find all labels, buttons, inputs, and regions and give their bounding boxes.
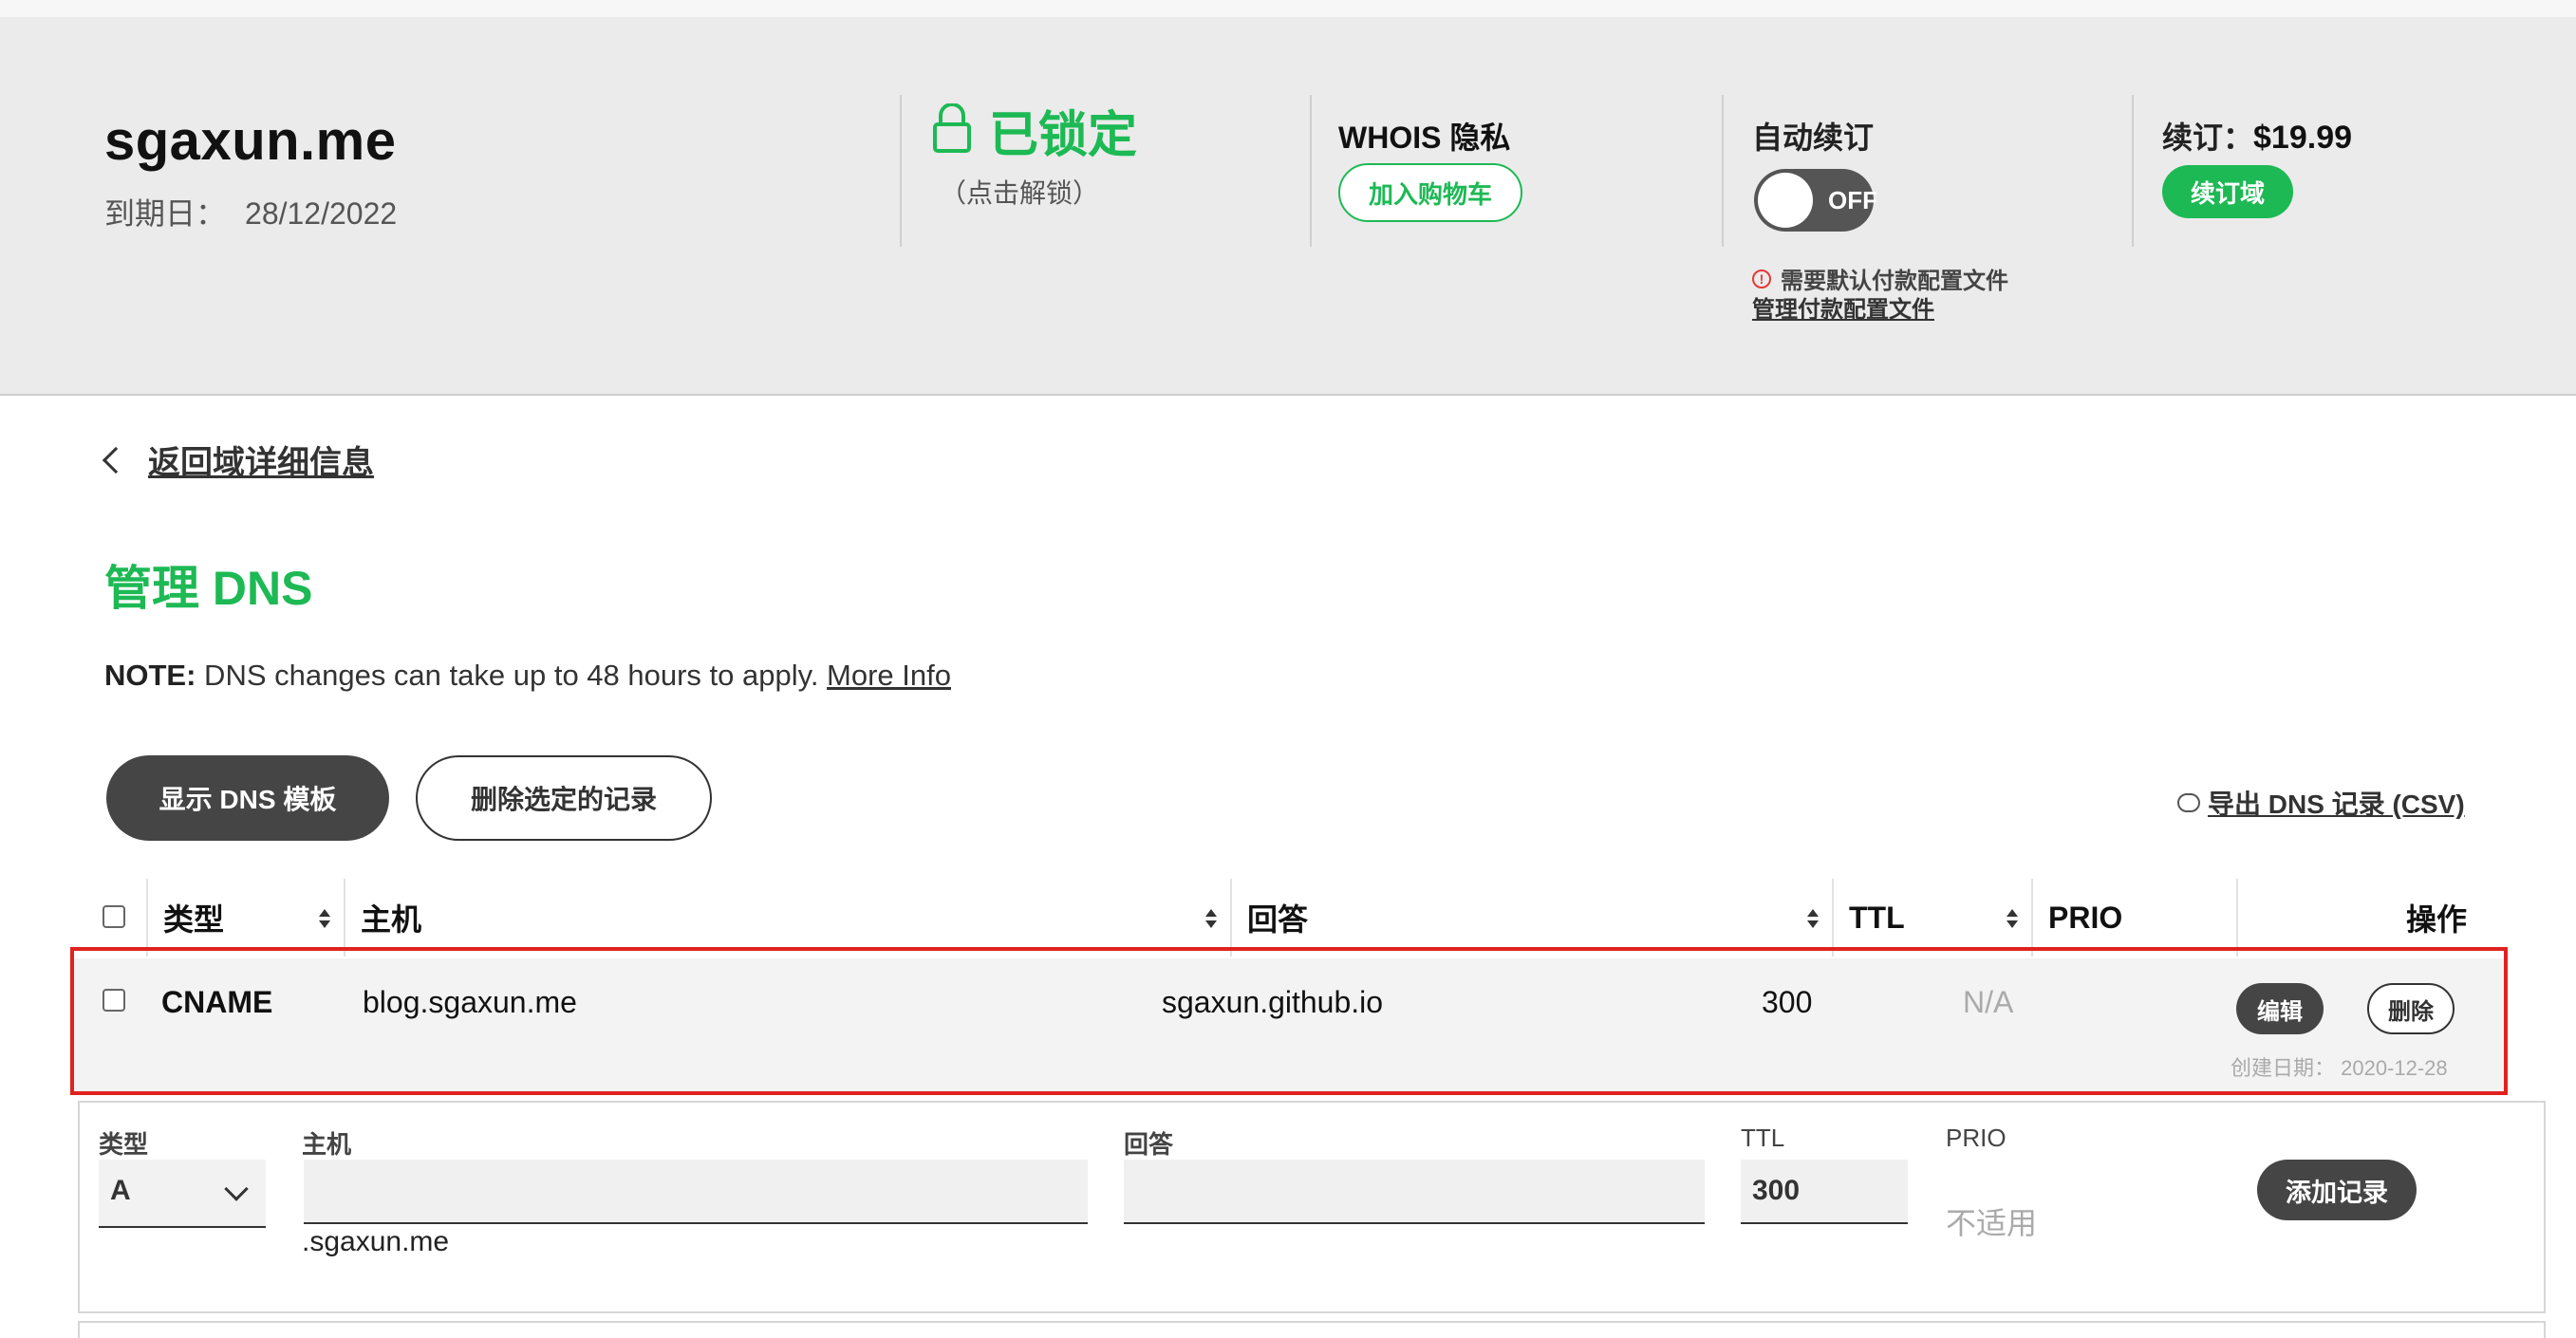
delete-record-button[interactable]: 删除 — [2367, 983, 2455, 1034]
host-input[interactable] — [304, 1160, 1088, 1224]
expiry-date: 到期日： 28/12/2022 — [104, 190, 397, 233]
renew-domain-button[interactable]: 续订域 — [2162, 165, 2293, 218]
prio-label: PRIO — [1946, 1124, 2007, 1152]
header-divider — [1722, 95, 1724, 247]
record-host: blog.sgaxun.me — [363, 985, 577, 1019]
sort-icon — [1205, 909, 1217, 928]
header-divider — [900, 95, 902, 247]
type-label: 类型 — [99, 1130, 149, 1159]
add-record-button[interactable]: 添加记录 — [2257, 1160, 2417, 1220]
manage-payment-link[interactable]: 管理付款配置文件 — [1752, 290, 1934, 324]
column-header-answer[interactable]: 回答 — [1230, 879, 1830, 957]
page-title: 管理 DNS — [104, 562, 313, 615]
cloud-download-icon — [2177, 793, 2200, 812]
toggle-knob — [1758, 173, 1813, 228]
sort-icon — [1807, 909, 1819, 928]
record-type: CNAME — [161, 985, 273, 1019]
add-to-cart-button[interactable]: 加入购物车 — [1338, 163, 1522, 222]
column-label: TTL — [1849, 900, 1905, 935]
export-label: 导出 DNS 记录 (CSV) — [2208, 790, 2465, 819]
dns-note: NOTE: DNS changes can take up to 48 hour… — [104, 659, 951, 693]
column-header-prio: PRIO — [2031, 879, 2234, 957]
expiry-label: 到期日： — [104, 196, 227, 231]
domain-lock-toggle[interactable]: 已锁定 — [932, 95, 1137, 166]
back-link[interactable]: 返回域详细信息 — [102, 437, 374, 483]
sort-icon — [319, 909, 330, 928]
whois-privacy-title: WHOIS 隐私 — [1338, 121, 1511, 155]
column-label: 回答 — [1247, 902, 1309, 937]
lock-icon — [932, 102, 972, 158]
record-prio: N/A — [1963, 985, 2014, 1019]
type-select[interactable]: A — [99, 1160, 266, 1228]
record-answer: sgaxun.github.io — [1162, 985, 1384, 1019]
top-strip — [0, 0, 2576, 17]
column-header-host[interactable]: 主机 — [344, 879, 1228, 957]
renew-price: 续订：$19.99 — [2162, 114, 2352, 158]
warning-icon: ! — [1752, 269, 1771, 288]
note-label: NOTE: — [104, 659, 196, 692]
ttl-label: TTL — [1741, 1124, 1785, 1152]
auto-renew-title: 自动续订 — [1752, 121, 1875, 155]
renew-price-value: $19.99 — [2253, 120, 2353, 156]
auto-renew-toggle[interactable]: OFF — [1754, 169, 1877, 232]
host-suffix: .sgaxun.me — [302, 1226, 450, 1257]
delete-selected-button[interactable]: 删除选定的记录 — [416, 755, 712, 841]
host-label: 主机 — [302, 1130, 352, 1159]
column-label: 主机 — [361, 902, 422, 937]
sort-icon — [2007, 909, 2018, 928]
ttl-input[interactable] — [1741, 1160, 1908, 1224]
back-link-label: 返回域详细信息 — [148, 445, 374, 481]
note-text: DNS changes can take up to 48 hours to a… — [196, 659, 828, 692]
created-date: 创建日期： 2020-12-28 — [2231, 1056, 2448, 1080]
header-divider — [1310, 95, 1312, 247]
column-header-actions: 操作 — [2236, 879, 2576, 957]
edit-record-button[interactable]: 编辑 — [2236, 983, 2324, 1034]
unlock-hint[interactable]: （点击解锁） — [940, 173, 1099, 211]
chevron-left-icon — [102, 446, 130, 474]
show-dns-templates-button[interactable]: 显示 DNS 模板 — [106, 755, 389, 841]
row-checkbox[interactable] — [103, 989, 125, 1012]
export-csv-link[interactable]: 导出 DNS 记录 (CSV) — [2177, 784, 2465, 822]
column-label: 类型 — [163, 902, 225, 937]
column-label: 操作 — [2405, 902, 2467, 937]
expiry-value: 28/12/2022 — [245, 196, 398, 231]
column-header-ttl[interactable]: TTL — [1832, 879, 2029, 957]
prio-not-applicable: 不适用 — [1946, 1206, 2038, 1240]
more-info-link[interactable]: More Info — [827, 659, 951, 692]
next-section-edge — [78, 1321, 2546, 1338]
renew-label: 续订： — [2162, 121, 2254, 155]
domain-name: sgaxun.me — [104, 110, 397, 172]
answer-input[interactable] — [1124, 1160, 1705, 1224]
toggle-label: OFF — [1828, 186, 1877, 214]
header-divider — [2132, 95, 2134, 247]
record-ttl: 300 — [1762, 985, 1813, 1019]
answer-label: 回答 — [1124, 1130, 1174, 1159]
table-header: 类型 主机 回答 TTL PRIO 操作 — [91, 879, 2576, 957]
chevron-down-icon — [224, 1177, 249, 1201]
lock-status: 已锁定 — [989, 108, 1138, 163]
type-select-value: A — [110, 1175, 131, 1206]
table-row — [74, 958, 2504, 1093]
column-header-type[interactable]: 类型 — [146, 879, 342, 957]
column-label: PRIO — [2048, 900, 2123, 935]
